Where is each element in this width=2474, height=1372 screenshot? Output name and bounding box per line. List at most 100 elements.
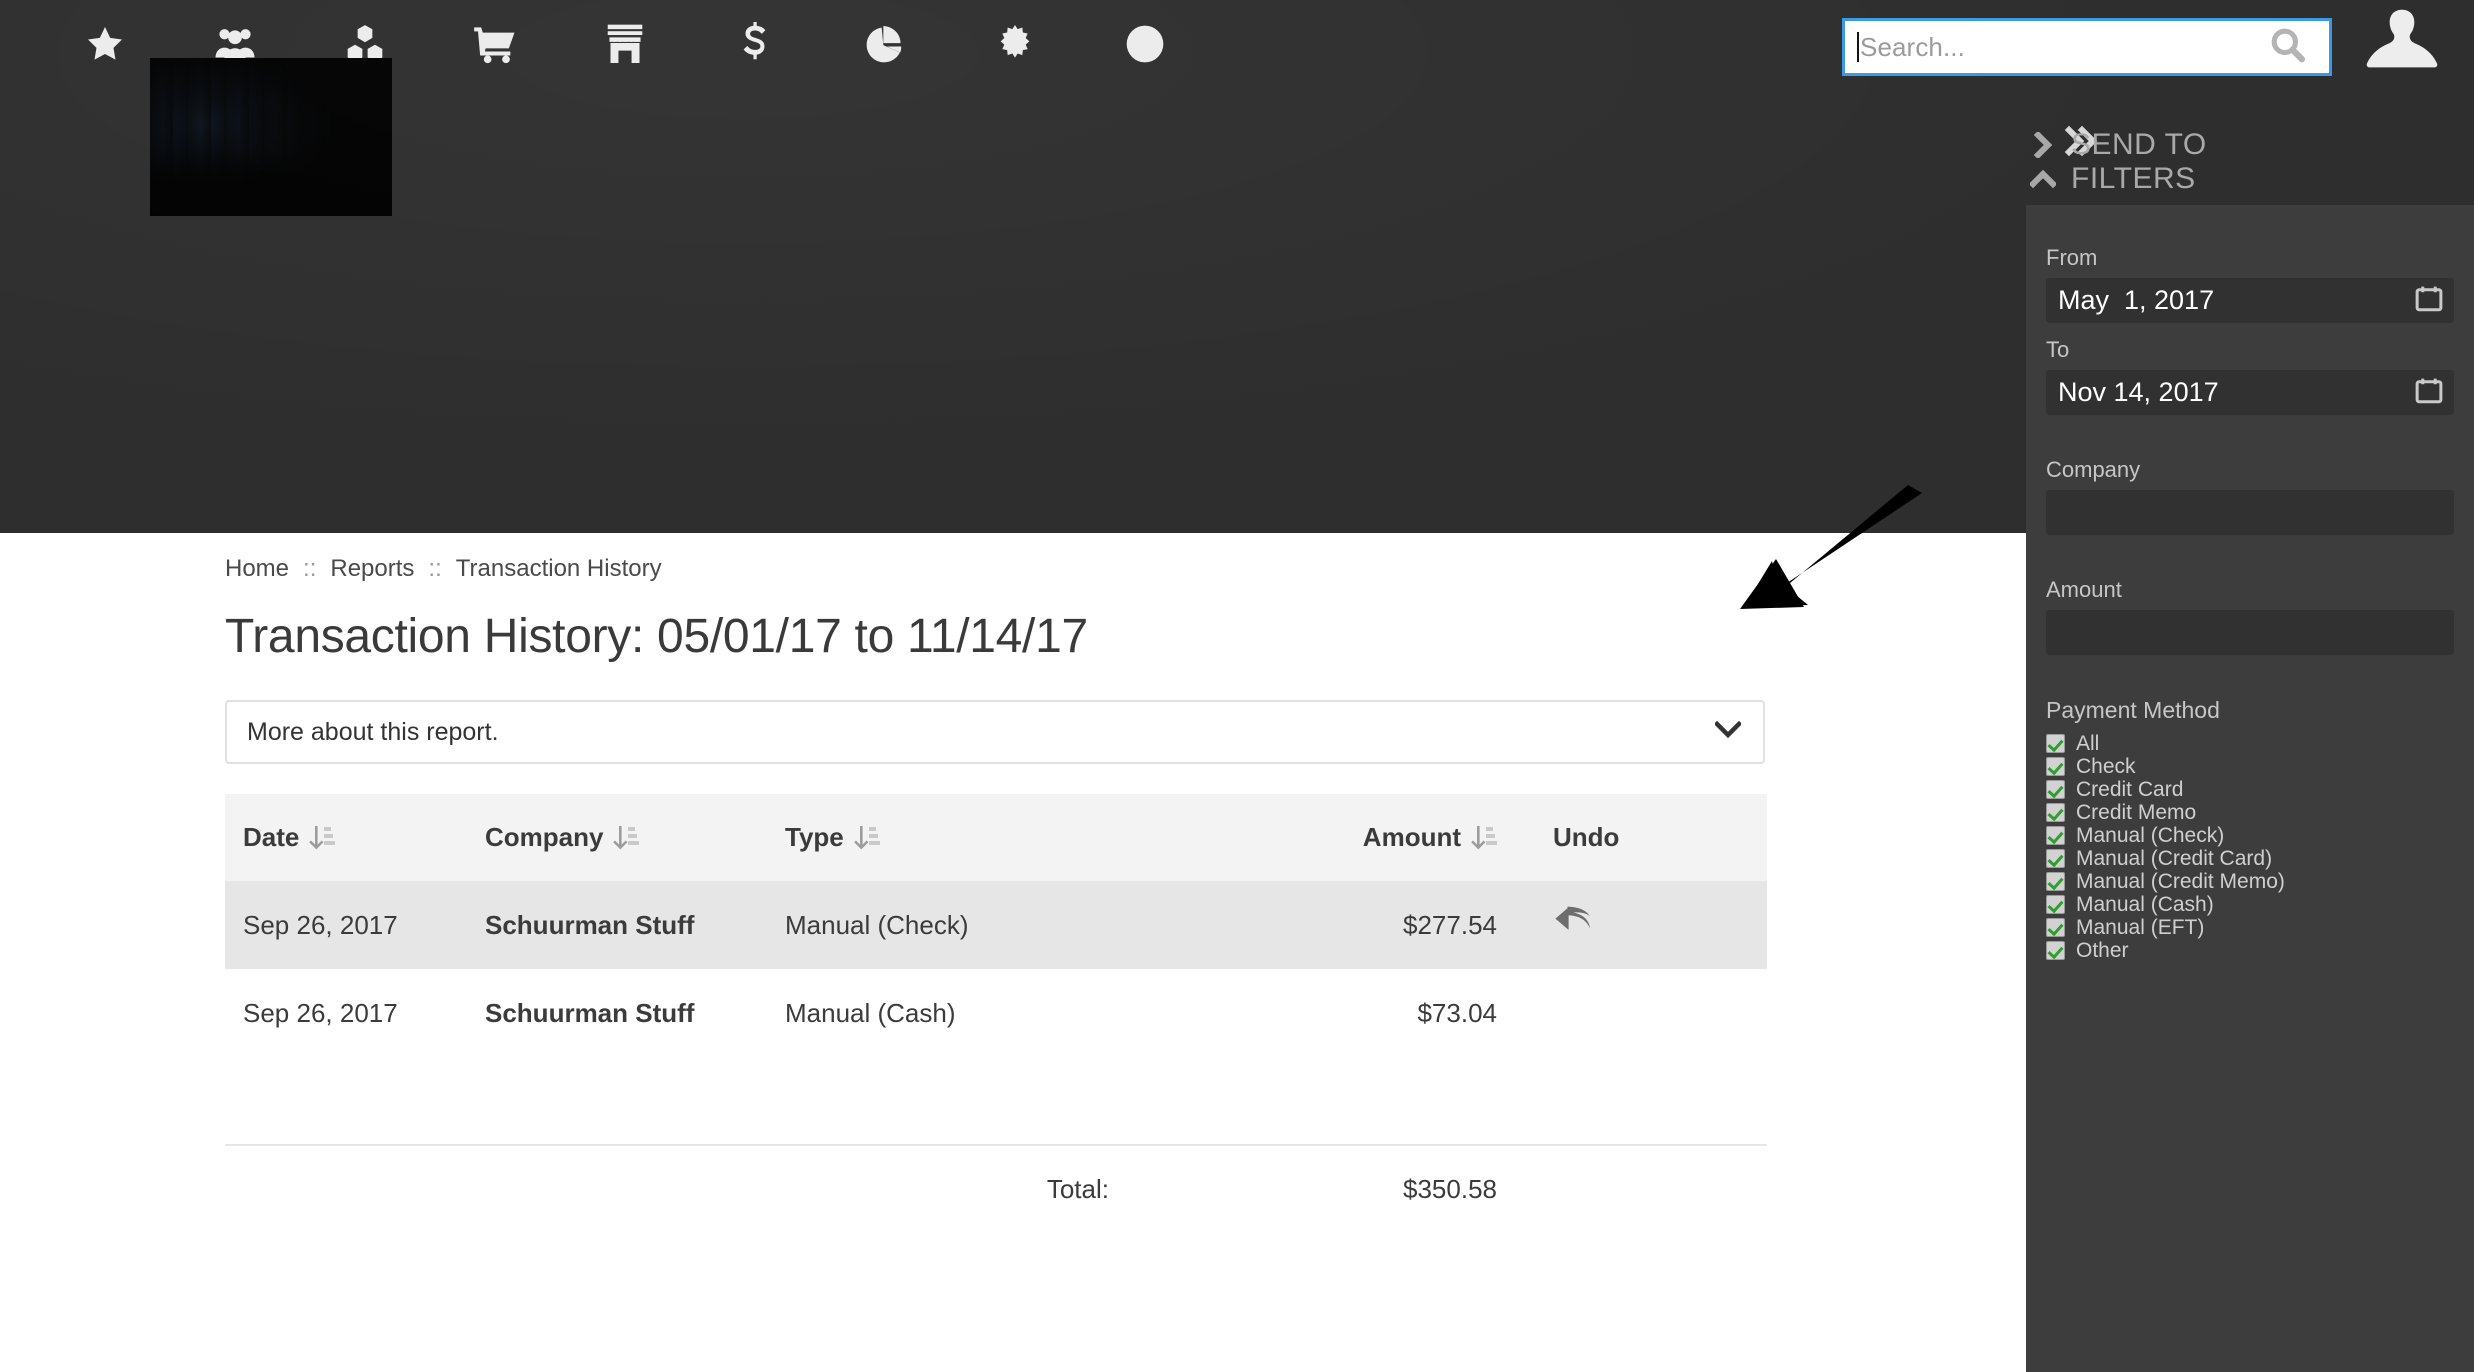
sort-descending-icon[interactable] bbox=[853, 824, 880, 852]
transaction-history-table: Date Company Type Amount Undo Sep 26, 20… bbox=[225, 794, 1767, 1233]
chevron-down-icon[interactable] bbox=[1713, 720, 1743, 744]
filter-to-date-input[interactable]: Nov 14, 2017 bbox=[2046, 370, 2454, 415]
filter-from-group: From May 1, 2017 bbox=[2046, 245, 2454, 323]
divider-cell bbox=[1165, 1057, 1525, 1146]
dollar-icon[interactable] bbox=[690, 0, 820, 88]
checkbox-icon[interactable] bbox=[2046, 872, 2065, 891]
column-header-undo-label: Undo bbox=[1553, 822, 1620, 852]
column-header-amount-label: Amount bbox=[1362, 822, 1461, 852]
table-header-row: Date Company Type Amount Undo bbox=[225, 794, 1767, 881]
table-total-row: Total: $350.58 bbox=[225, 1145, 1767, 1233]
cell-company: Schuurman Stuff bbox=[485, 997, 695, 1028]
filter-from-value: May 1, 2017 bbox=[2058, 285, 2215, 315]
filter-from-label: From bbox=[2046, 245, 2098, 270]
filter-amount-input[interactable] bbox=[2046, 610, 2454, 655]
filter-payment-method-group: Payment Method All Check Credit Card Cre… bbox=[2046, 697, 2454, 962]
checkbox-icon[interactable] bbox=[2046, 895, 2065, 914]
checkbox-row-credit-memo[interactable]: Credit Memo bbox=[2046, 801, 2454, 824]
filters-sidebar: SEND TO FILTERS From May 1, 2017 To Nov … bbox=[2013, 88, 2474, 1372]
avatar[interactable] bbox=[2352, 2, 2452, 78]
breadcrumb-item-reports[interactable]: Reports bbox=[330, 555, 414, 583]
checkbox-icon[interactable] bbox=[2046, 826, 2065, 845]
checkbox-label: Check bbox=[2076, 755, 2136, 778]
column-header-company[interactable]: Company bbox=[485, 794, 785, 881]
total-amount: $350.58 bbox=[1403, 1174, 1497, 1204]
checkbox-icon[interactable] bbox=[2046, 757, 2065, 776]
search-placeholder: Search... bbox=[1860, 31, 1965, 62]
checkbox-row-manual-credit-memo[interactable]: Manual (Credit Memo) bbox=[2046, 870, 2454, 893]
column-header-undo: Undo bbox=[1525, 794, 1767, 881]
cell-date: Sep 26, 2017 bbox=[243, 909, 398, 940]
table-row[interactable]: Sep 26, 2017 Schuurman Stuff Manual (Cas… bbox=[225, 969, 1767, 1057]
checkbox-icon[interactable] bbox=[2046, 803, 2065, 822]
filter-from-date-input[interactable]: May 1, 2017 bbox=[2046, 278, 2454, 323]
store-icon[interactable] bbox=[560, 0, 690, 88]
total-label: Total: bbox=[1046, 1174, 1109, 1204]
table-row[interactable]: Sep 26, 2017 Schuurman Stuff Manual (Che… bbox=[225, 881, 1767, 969]
cell-type: Manual (Check) bbox=[785, 909, 969, 940]
checkbox-row-manual-check[interactable]: Manual (Check) bbox=[2046, 824, 2454, 847]
undo-arrow-icon[interactable] bbox=[1553, 904, 1597, 940]
pie-chart-icon[interactable] bbox=[820, 0, 950, 88]
checkbox-row-other[interactable]: Other bbox=[2046, 939, 2454, 962]
cell-amount: $73.04 bbox=[1417, 997, 1497, 1028]
checkbox-icon[interactable] bbox=[2046, 734, 2065, 753]
checkbox-row-manual-cash[interactable]: Manual (Cash) bbox=[2046, 893, 2454, 916]
checkbox-label: Manual (Credit Memo) bbox=[2076, 870, 2285, 893]
checkbox-icon[interactable] bbox=[2046, 941, 2065, 960]
checkbox-label: Manual (Check) bbox=[2076, 824, 2225, 847]
chevron-up-icon bbox=[2029, 169, 2057, 189]
table-divider-row bbox=[225, 1057, 1767, 1146]
total-empty-cell bbox=[1525, 1145, 1767, 1233]
checkbox-label: Manual (EFT) bbox=[2076, 916, 2205, 939]
checkbox-label: Manual (Cash) bbox=[2076, 893, 2214, 916]
breadcrumb-item-home[interactable]: Home bbox=[225, 555, 289, 583]
breadcrumb-separator: :: bbox=[303, 555, 317, 582]
sidebar-section-send-to[interactable]: SEND TO bbox=[2029, 128, 2207, 162]
calendar-icon[interactable] bbox=[2414, 283, 2444, 318]
site-logo-banner bbox=[150, 58, 392, 216]
column-header-date[interactable]: Date bbox=[225, 794, 485, 881]
checkbox-label: Manual (Credit Card) bbox=[2076, 847, 2273, 870]
cell-date: Sep 26, 2017 bbox=[243, 997, 398, 1028]
question-circle-icon[interactable] bbox=[1080, 0, 1210, 88]
column-header-type[interactable]: Type bbox=[785, 794, 1165, 881]
checkbox-icon[interactable] bbox=[2046, 849, 2065, 868]
breadcrumb-separator: :: bbox=[428, 555, 442, 582]
checkbox-row-manual-credit-card[interactable]: Manual (Credit Card) bbox=[2046, 847, 2454, 870]
column-header-amount[interactable]: Amount bbox=[1165, 794, 1525, 881]
cell-amount: $277.54 bbox=[1403, 909, 1497, 940]
payment-method-options: All Check Credit Card Credit Memo Manual… bbox=[2046, 732, 2454, 962]
filter-company-input[interactable] bbox=[2046, 490, 2454, 535]
shopping-cart-icon[interactable] bbox=[430, 0, 560, 88]
search-input[interactable]: Search... bbox=[1842, 18, 2332, 76]
total-empty-cell bbox=[485, 1145, 785, 1233]
gear-icon[interactable] bbox=[950, 0, 1080, 88]
filter-to-value: Nov 14, 2017 bbox=[2058, 377, 2219, 407]
table-body: Sep 26, 2017 Schuurman Stuff Manual (Che… bbox=[225, 881, 1767, 1233]
checkbox-icon[interactable] bbox=[2046, 918, 2065, 937]
sort-descending-icon[interactable] bbox=[1471, 824, 1497, 852]
sidebar-section-filters[interactable]: FILTERS bbox=[2029, 162, 2196, 196]
checkbox-row-manual-eft[interactable]: Manual (EFT) bbox=[2046, 916, 2454, 939]
cell-undo bbox=[1525, 881, 1767, 969]
checkbox-row-check[interactable]: Check bbox=[2046, 755, 2454, 778]
search-icon[interactable] bbox=[2269, 26, 2307, 69]
application-window: Search... Home :: Reports :: Transaction… bbox=[0, 0, 2474, 1372]
breadcrumb-item-transaction-history: Transaction History bbox=[455, 555, 662, 582]
checkbox-row-all[interactable]: All bbox=[2046, 732, 2454, 755]
sort-descending-icon[interactable] bbox=[613, 824, 640, 852]
divider-cell bbox=[785, 1057, 1165, 1146]
sort-descending-icon[interactable] bbox=[309, 824, 336, 852]
sidebar-section-send-to-label: SEND TO bbox=[2071, 128, 2207, 161]
column-header-date-label: Date bbox=[243, 822, 300, 852]
filter-payment-method-label: Payment Method bbox=[2046, 697, 2220, 723]
filter-to-group: To Nov 14, 2017 bbox=[2046, 337, 2454, 415]
checkbox-icon[interactable] bbox=[2046, 780, 2065, 799]
checkbox-row-credit-card[interactable]: Credit Card bbox=[2046, 778, 2454, 801]
divider-cell bbox=[225, 1057, 485, 1146]
more-about-report-accordion[interactable]: More about this report. bbox=[225, 700, 1765, 764]
calendar-icon[interactable] bbox=[2414, 375, 2444, 410]
filter-company-group: Company bbox=[2046, 457, 2454, 535]
checkbox-label: Credit Memo bbox=[2076, 801, 2197, 824]
